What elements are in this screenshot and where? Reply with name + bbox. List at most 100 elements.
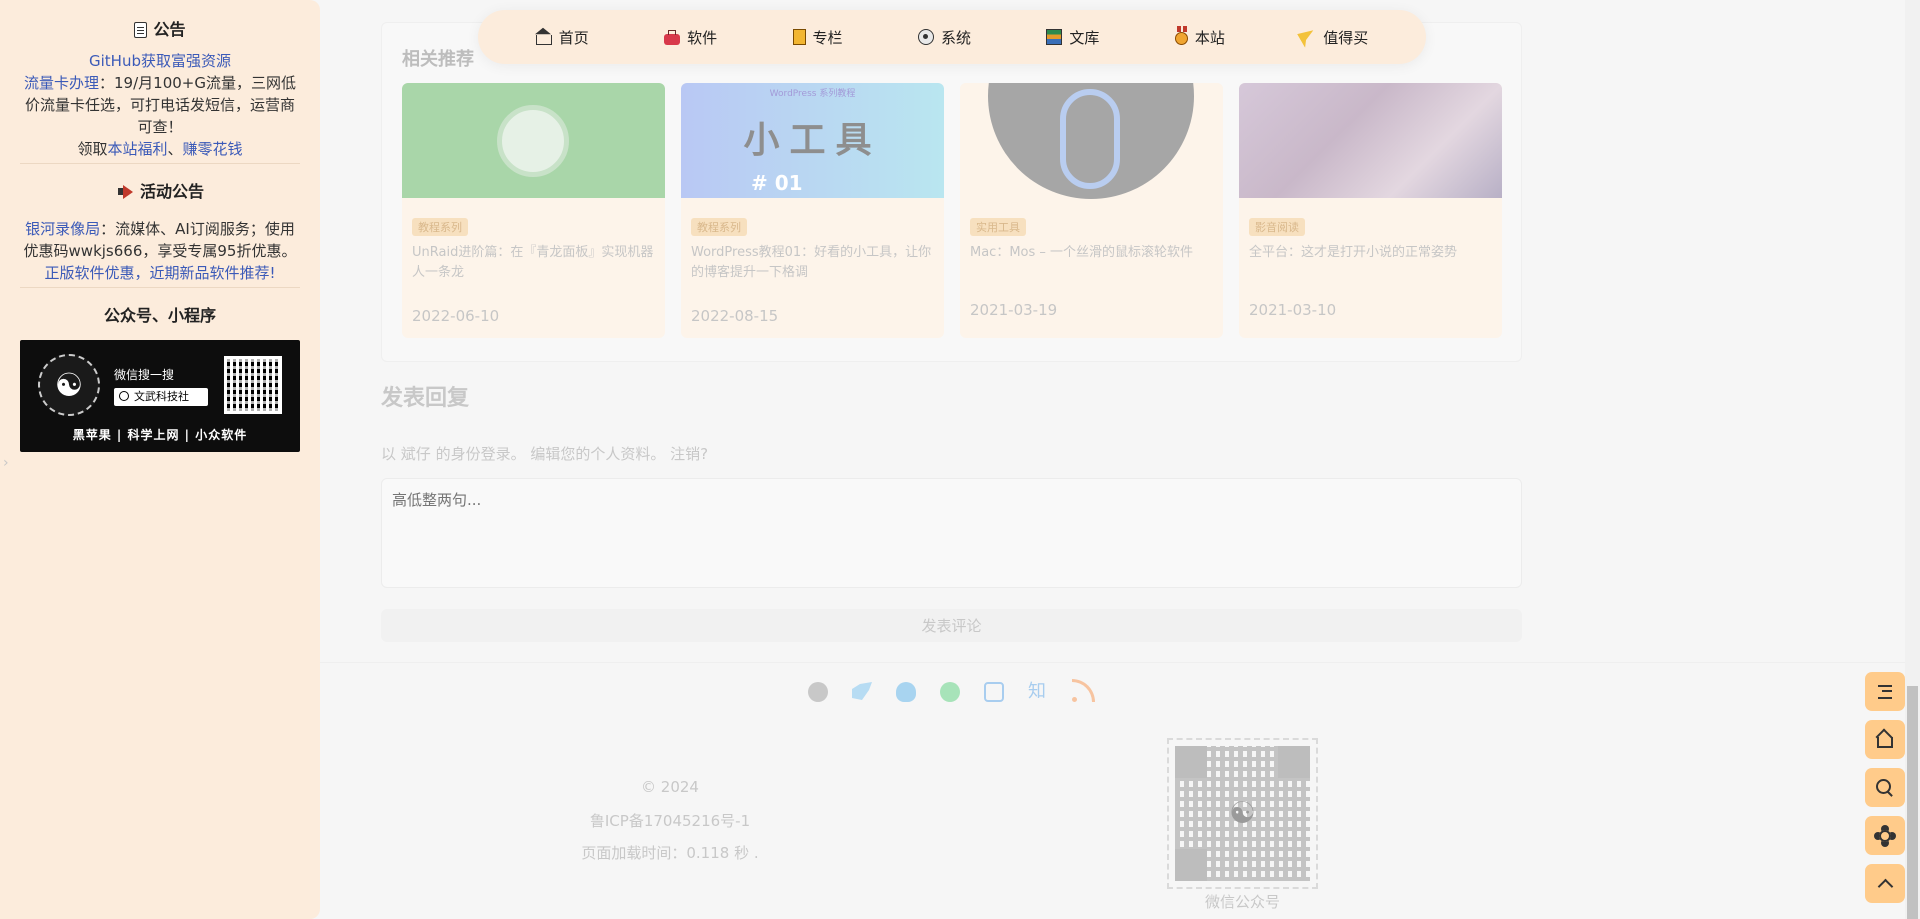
nav-label: 文库 (1069, 28, 1100, 47)
card-date: 2021-03-10 (1249, 301, 1337, 319)
card-thumbnail (402, 83, 665, 198)
wechat-heading: 公众号、小程序 (20, 304, 300, 328)
nav-item-software[interactable]: 软件 (664, 27, 717, 48)
nav-label: 系统 (940, 28, 971, 47)
nav-item-system[interactable]: 系统 (917, 27, 971, 48)
card-image-subtitle: WordPress 系列教程 (769, 89, 856, 99)
nav-label: 本站 (1194, 28, 1225, 47)
card-date: 2022-06-10 (412, 307, 500, 325)
twitter-icon[interactable] (852, 682, 872, 700)
home-icon (535, 35, 552, 45)
card-tag: 实用工具 (970, 218, 1026, 236)
github-icon[interactable] (808, 682, 828, 702)
galaxy-line: 银河录像局：流媒体、AI订阅服务；使用优惠码wwkjs666，享受专属95折优惠… (20, 218, 300, 262)
welfare-separator: 、 (167, 140, 183, 158)
copyright: © 2024 (641, 778, 699, 796)
top-navigation: 首页 软件 专栏 系统 文库 本站 值得买 (478, 10, 1426, 64)
qr-caption: 微信公众号 (1204, 893, 1280, 911)
login-prefix: 以 (381, 445, 401, 463)
nav-item-site[interactable]: 本站 (1174, 26, 1225, 48)
card-tag: 教程系列 (691, 218, 747, 236)
back-to-top-button[interactable] (1865, 864, 1905, 903)
submit-comment-button[interactable]: 发表评论 (381, 609, 1522, 642)
yin-yang-logo-icon (38, 354, 100, 416)
announcement-body: GitHub获取富强资源 流量卡办理：19/月100+G流量，三网低价流量卡任选… (20, 42, 300, 160)
toolbox-icon (664, 30, 681, 45)
footer-divider (320, 662, 1920, 663)
welfare-line: 领取本站福利、赚零花钱 (20, 138, 300, 160)
card-tag: 教程系列 (412, 218, 468, 236)
galaxy-video-link[interactable]: 银河录像局 (25, 220, 100, 238)
data-card-text: 流量卡办理：19/月100+G流量，三网低价流量卡任选，可打电话发短信，运营商可… (20, 72, 300, 138)
qq-icon[interactable] (896, 682, 916, 702)
software-deal-link[interactable]: 正版软件优惠，近期新品软件推荐! (20, 262, 300, 284)
wechat-icon[interactable] (940, 682, 960, 702)
card-tag: 影音阅读 (1249, 218, 1305, 236)
card-thumbnail: WordPress 系列教程 小工具 # 01 (681, 83, 944, 198)
disc-icon (917, 29, 934, 45)
login-sep: 。 (650, 445, 671, 463)
books-icon (1046, 29, 1063, 45)
earn-money-link[interactable]: 赚零花钱 (183, 140, 243, 158)
wechat-title: 公众号、小程序 (103, 306, 216, 325)
flag-icon (1297, 26, 1319, 48)
wechat-banner[interactable]: 微信搜一搜 文武科技社 黑苹果 | 科学上网 | 小众软件 (20, 340, 300, 452)
announcement-heading: 公告 (20, 18, 300, 42)
icp-record-link[interactable]: 鲁ICP备17045216号-1 (520, 810, 820, 831)
search-button[interactable] (1865, 768, 1905, 807)
edit-profile-link[interactable]: 编辑您的个人资料 (530, 445, 650, 463)
toc-button[interactable] (1865, 672, 1905, 711)
scrollbar-thumb[interactable] (1907, 686, 1918, 919)
logout-link[interactable]: 注销? (670, 445, 708, 463)
qr-code-icon (224, 356, 282, 414)
card-date: 2021-03-19 (970, 301, 1058, 319)
nav-item-column[interactable]: 专栏 (792, 27, 843, 48)
card-title: UnRaid进阶篇：在『青龙面板』实现机器人一条龙 (412, 245, 654, 280)
sidebar: 公告 GitHub获取富强资源 流量卡办理：19/月100+G流量，三网低价流量… (0, 0, 320, 919)
nav-label: 专栏 (812, 28, 843, 47)
banner-tags: 黑苹果 | 科学上网 | 小众软件 (72, 428, 248, 442)
home-button[interactable] (1865, 720, 1905, 759)
related-section: 相关推荐 教程系列 UnRaid进阶篇：在『青龙面板』实现机器人一条龙 2022… (381, 22, 1522, 362)
nav-item-home[interactable]: 首页 (535, 27, 589, 48)
related-card[interactable]: 教程系列 UnRaid进阶篇：在『青龙面板』实现机器人一条龙 2022-06-1… (402, 83, 665, 338)
card-date: 2022-08-15 (691, 307, 779, 325)
github-resources-link[interactable]: GitHub获取富强资源 (20, 50, 300, 72)
activity-body: 银河录像局：流媒体、AI订阅服务；使用优惠码wwkjs666，享受专属95折优惠… (20, 204, 300, 284)
medal-icon (1174, 26, 1188, 45)
qr-code-icon (1175, 746, 1310, 881)
card-title: 全平台：这才是打开小说的正常姿势 (1249, 245, 1458, 260)
nav-item-library[interactable]: 文库 (1046, 27, 1099, 48)
nav-label: 值得买 (1323, 28, 1369, 47)
welfare-prefix: 领取 (77, 140, 108, 158)
site-welfare-link[interactable]: 本站福利 (107, 140, 167, 158)
page-load-time: 页面加载时间：0.118 秒 . (581, 844, 759, 862)
zhihu-icon[interactable]: 知 (1028, 682, 1048, 702)
floating-toolbar (1865, 672, 1905, 903)
related-card[interactable]: 影音阅读 全平台：这才是打开小说的正常姿势 2021-03-10 (1239, 83, 1502, 338)
card-title: WordPress教程01：好看的小工具，让你的博客提升一下格调 (691, 245, 932, 280)
book-icon (792, 29, 806, 45)
related-card[interactable]: 实用工具 Mac：Mos – 一个丝滑的鼠标滚轮软件 2021-03-19 (960, 83, 1223, 338)
related-card[interactable]: WordPress 系列教程 小工具 # 01 教程系列 WordPress教程… (681, 83, 944, 338)
card-thumbnail (1239, 83, 1502, 198)
sidebar-toggle-icon[interactable]: › (3, 455, 9, 471)
login-user-link[interactable]: 斌仔 (401, 445, 431, 463)
nav-label: 软件 (687, 28, 718, 47)
comment-input[interactable] (381, 478, 1522, 588)
wechat-search-name: 文武科技社 (114, 388, 208, 406)
announcement-title: 公告 (153, 20, 186, 39)
related-title: 相关推荐 (402, 49, 474, 70)
bilibili-icon[interactable] (984, 682, 1004, 702)
card-image-title: 小工具 (743, 120, 882, 161)
theme-toggle-button[interactable] (1865, 816, 1905, 855)
data-card-link[interactable]: 流量卡办理 (24, 74, 99, 92)
nav-item-deals[interactable]: 值得买 (1300, 27, 1368, 48)
megaphone-icon (116, 185, 134, 199)
rss-icon[interactable] (1072, 679, 1095, 702)
divider (20, 163, 300, 164)
divider (20, 287, 300, 288)
document-icon (134, 22, 148, 38)
login-mid: 的身份登录。 (430, 445, 531, 463)
social-links: 知 (808, 679, 1095, 702)
